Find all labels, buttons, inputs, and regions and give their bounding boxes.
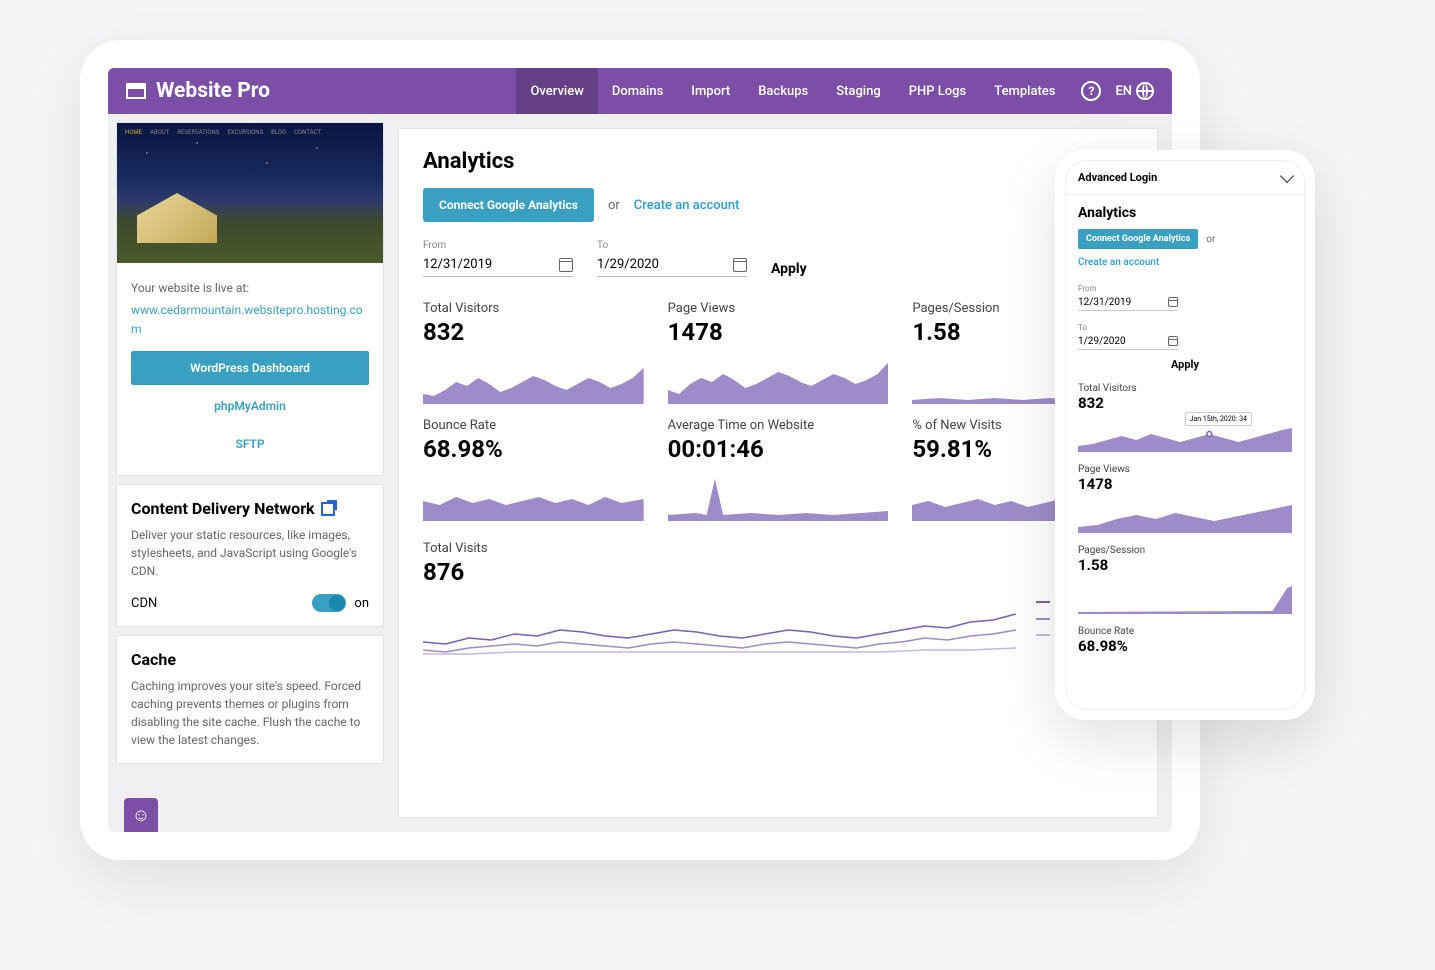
metric-bounce-rate: Bounce Rate 68.98% [423, 418, 644, 521]
site-actions: WordPress Dashboard phpMyAdmin SFTP [117, 345, 383, 475]
phone-to-input[interactable]: 1/29/2020 [1078, 334, 1178, 350]
topbar: Website Pro Overview Domains Import Back… [108, 68, 1172, 114]
date-to-input[interactable]: 1/29/2020 [597, 253, 747, 277]
brand-title: Website Pro [156, 79, 270, 103]
cdn-title: Content Delivery Network [131, 499, 369, 518]
help-icon[interactable]: ? [1081, 81, 1101, 101]
analytics-title: Analytics [423, 149, 1133, 174]
sparkline-bounce-rate [423, 471, 644, 521]
cdn-toggle-state: on [354, 596, 369, 611]
nav-staging[interactable]: Staging [822, 68, 895, 114]
live-at-label: Your website is live at: [131, 281, 369, 295]
phone-metric-total-visitors: Total Visitors 832 Jan 15th, 2020: 34 [1078, 383, 1292, 452]
cache-title: Cache [131, 650, 369, 669]
date-from-label: From [423, 240, 573, 251]
site-url-link[interactable]: www.cedarmountain.websitepro.hosting.com [131, 303, 363, 336]
nav-templates[interactable]: Templates [980, 68, 1069, 114]
chevron-down-icon [1280, 168, 1294, 182]
create-account-link[interactable]: Create an account [634, 198, 740, 213]
calendar-icon [1168, 297, 1178, 307]
thumbnail-menu: HOMEABOUTRESERVATIONSEXCURSIONSBLOGCONTA… [125, 129, 375, 136]
date-to-label: To [597, 240, 747, 251]
analytics-panel: Analytics Connect Google Analytics or Cr… [398, 128, 1158, 818]
total-visits-section: Total Visits 876 Total Visits New Visits… [423, 541, 1133, 664]
metric-avg-time: Average Time on Website 00:01:46 [668, 418, 889, 521]
sidebar: HOMEABOUTRESERVATIONSEXCURSIONSBLOGCONTA… [108, 114, 392, 832]
cdn-card: Content Delivery Network Deliver your st… [116, 484, 384, 627]
sparkline-total-visitors [423, 354, 644, 404]
sftp-link[interactable]: SFTP [131, 427, 369, 461]
phone-metric-pages-session: Pages/Session 1.58 [1078, 545, 1292, 614]
sparkline-page-views [668, 354, 889, 404]
metrics-grid: Total Visitors 832 Page Views 1478 Pages… [423, 301, 1133, 521]
nav-backups[interactable]: Backups [744, 68, 822, 114]
phone-create-link[interactable]: Create an account [1078, 257, 1159, 268]
connect-analytics-button[interactable]: Connect Google Analytics [423, 188, 594, 222]
language-code: EN [1115, 84, 1132, 99]
phone-apply-button[interactable]: Apply [1078, 358, 1292, 371]
site-thumbnail[interactable]: HOMEABOUTRESERVATIONSEXCURSIONSBLOGCONTA… [117, 123, 383, 263]
phone-app: Advanced Login Analytics Connect Google … [1065, 160, 1305, 710]
date-to-field: To 1/29/2020 [597, 240, 747, 277]
calendar-icon [733, 258, 747, 272]
phone-from-input[interactable]: 12/31/2019 [1078, 295, 1178, 311]
cdn-description: Deliver your static resources, like imag… [131, 526, 369, 580]
wordpress-dashboard-button[interactable]: WordPress Dashboard [131, 351, 369, 385]
phone-sparkline-session [1078, 578, 1292, 614]
calendar-icon [559, 258, 573, 272]
nav-import[interactable]: Import [677, 68, 744, 114]
phone-connect-row: Connect Google Analytics or Create an ac… [1078, 229, 1292, 268]
date-from-input[interactable]: 12/31/2019 [423, 253, 573, 277]
phone-frame: Advanced Login Analytics Connect Google … [1055, 150, 1315, 720]
main-nav: Overview Domains Import Backups Staging … [516, 68, 1154, 114]
phone-sparkline-visitors: Jan 15th, 2020: 34 [1078, 416, 1292, 452]
cache-description: Caching improves your site's speed. Forc… [131, 677, 369, 749]
phone-analytics-title: Analytics [1078, 205, 1292, 221]
phone-date-from: From 12/31/2019 [1078, 276, 1292, 311]
brand: Website Pro [126, 79, 270, 103]
nav-domains[interactable]: Domains [598, 68, 677, 114]
total-visits-chart [423, 594, 1016, 664]
metric-page-views: Page Views 1478 [668, 301, 889, 404]
phone-sparkline-pageviews [1078, 497, 1292, 533]
nav-right: ? EN [1081, 81, 1154, 101]
date-from-field: From 12/31/2019 [423, 240, 573, 277]
external-link-icon[interactable] [321, 502, 335, 516]
globe-icon [1136, 82, 1154, 100]
app-window: Website Pro Overview Domains Import Back… [108, 68, 1172, 832]
language-selector[interactable]: EN [1115, 82, 1154, 100]
phpmyadmin-link[interactable]: phpMyAdmin [131, 389, 369, 423]
sparkline-avg-time [668, 471, 889, 521]
phone-connect-button[interactable]: Connect Google Analytics [1078, 229, 1198, 249]
window-icon [126, 83, 146, 99]
nav-phplogs[interactable]: PHP Logs [895, 68, 981, 114]
or-text: or [608, 198, 620, 213]
tablet-frame: Website Pro Overview Domains Import Back… [80, 40, 1200, 860]
cdn-toggle-label: CDN [131, 596, 157, 611]
connect-row: Connect Google Analytics or Create an ac… [423, 188, 1133, 222]
cdn-toggle[interactable] [312, 594, 346, 612]
chart-tooltip: Jan 15th, 2020: 34 [1185, 412, 1252, 426]
phone-header[interactable]: Advanced Login [1066, 161, 1304, 195]
metric-total-visitors: Total Visitors 832 [423, 301, 644, 404]
cdn-toggle-row: CDN on [131, 594, 369, 612]
phone-metric-bounce-rate: Bounce Rate 68.98% [1078, 626, 1292, 655]
phone-metric-page-views: Page Views 1478 [1078, 464, 1292, 533]
chat-widget-icon[interactable]: ☺ [124, 798, 158, 832]
phone-date-to: To 1/29/2020 [1078, 315, 1292, 350]
cache-card: Cache Caching improves your site's speed… [116, 635, 384, 764]
total-visits-label: Total Visits [423, 541, 1133, 556]
site-info: Your website is live at: www.cedarmounta… [117, 263, 383, 345]
apply-button[interactable]: Apply [771, 261, 807, 277]
nav-overview[interactable]: Overview [516, 68, 597, 114]
site-card: HOMEABOUTRESERVATIONSEXCURSIONSBLOGCONTA… [116, 122, 384, 476]
calendar-icon [1168, 336, 1178, 346]
phone-body: Analytics Connect Google Analytics or Cr… [1066, 195, 1304, 709]
content: HOMEABOUTRESERVATIONSEXCURSIONSBLOGCONTA… [108, 114, 1172, 832]
total-visits-value: 876 [423, 558, 1133, 586]
date-range-row: From 12/31/2019 To 1/29/2020 Apply [423, 240, 1133, 277]
